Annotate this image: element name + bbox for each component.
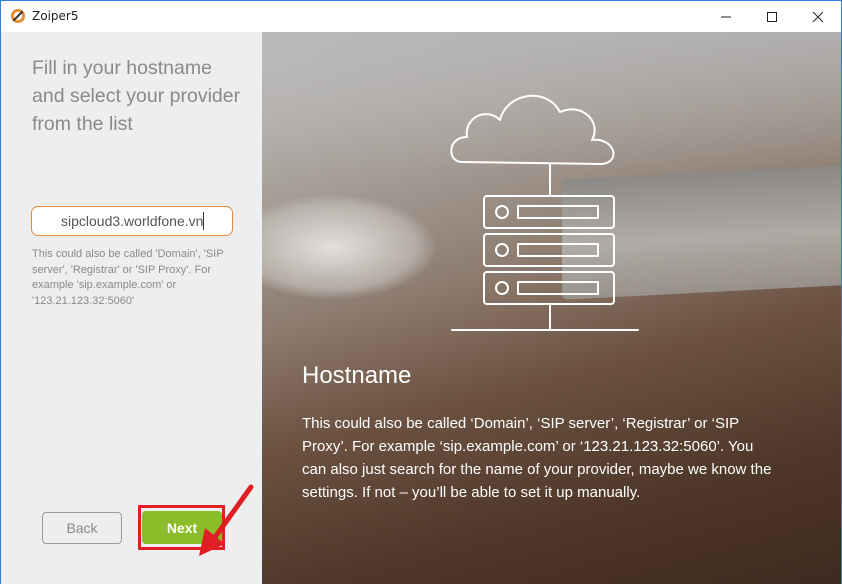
maximize-icon — [767, 11, 777, 22]
cloud-server-icon — [450, 94, 639, 331]
app-window: Zoiper5 Fill in your hostname and select… — [0, 0, 842, 584]
minimize-button[interactable] — [703, 1, 749, 32]
hostname-hint: This could also be called 'Domain', 'SIP… — [32, 248, 224, 307]
text-caret — [203, 212, 204, 230]
minimize-icon — [721, 16, 731, 17]
back-button[interactable]: Back — [42, 512, 122, 544]
close-icon — [812, 11, 824, 22]
zoiper-icon — [11, 9, 25, 23]
page-heading: Fill in your hostname and select your pr… — [32, 57, 241, 135]
info-title: Hostname — [302, 362, 412, 389]
maximize-button[interactable] — [749, 1, 795, 32]
close-button[interactable] — [795, 1, 841, 32]
title-bar: Zoiper5 — [1, 1, 841, 32]
left-panel: Fill in your hostname and select your pr… — [1, 32, 262, 584]
right-panel: Hostname This could also be called ‘Doma… — [262, 32, 841, 584]
info-description: This could also be called ‘Domain’, ‘SIP… — [302, 415, 772, 501]
red-arrow-icon — [199, 484, 254, 556]
window-title: Zoiper5 — [32, 9, 79, 23]
